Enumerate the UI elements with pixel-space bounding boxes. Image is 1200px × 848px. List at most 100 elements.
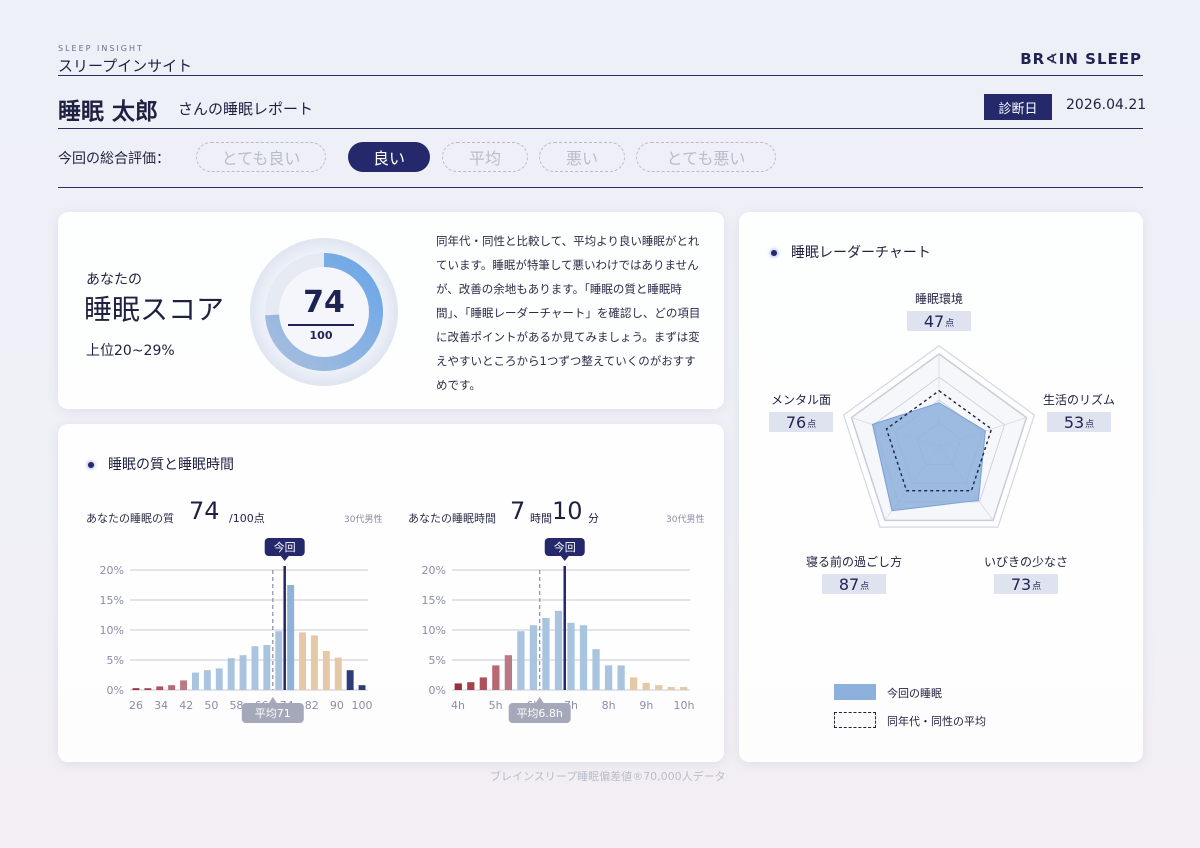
y-tick-label: 0% xyxy=(107,684,124,697)
x-tick-label: 8h xyxy=(602,699,616,712)
app-title: スリープインサイト xyxy=(58,57,193,75)
histogram-bar xyxy=(346,670,354,690)
quality-value: 74 xyxy=(189,497,220,525)
histogram-bar xyxy=(529,625,538,690)
date-label: 診断日 xyxy=(984,94,1052,120)
score-max: 100 xyxy=(309,329,333,342)
section-divider xyxy=(58,128,1143,129)
radar-item-environment: 睡眠環境 47 点 xyxy=(891,290,987,331)
radar-axis-label: 寝る前の過ごし方 xyxy=(805,555,902,569)
radar-score-unit: 点 xyxy=(807,420,817,430)
legend-label-average: 同年代・同性の平均 xyxy=(887,715,986,728)
rating-option-very-good: とても良い xyxy=(196,142,326,172)
histogram-bar xyxy=(479,677,487,690)
x-tick-label: 50 xyxy=(204,699,218,712)
histogram-bar xyxy=(642,682,650,690)
x-tick-label: 4h xyxy=(451,699,465,712)
score-fraction-line xyxy=(288,324,354,326)
rating-option-bad: 悪い xyxy=(539,142,625,172)
x-tick-label: 100 xyxy=(352,699,373,712)
radar-item-before-bed: 寝る前の過ごし方 87 点 xyxy=(793,553,915,594)
radar-score-unit: 点 xyxy=(860,582,870,592)
radar-score-value: 76 xyxy=(785,413,807,432)
duration-label: あなたの睡眠時間 xyxy=(408,512,496,525)
quality-label: あなたの睡眠の質 xyxy=(86,512,174,525)
y-tick-label: 10% xyxy=(100,624,124,637)
duration-hours-unit: 時間 xyxy=(530,512,552,525)
duration-histogram: 0%5%10%15%20%4h5h6h7h8h9h10h今回平均6.8h xyxy=(422,538,695,723)
x-tick-label: 42 xyxy=(179,699,193,712)
rating-option-good: 良い xyxy=(348,142,430,172)
histogram-bar xyxy=(617,665,625,690)
radar-score-value: 53 xyxy=(1063,413,1085,432)
histogram-bar xyxy=(203,670,211,690)
x-tick-label: 34 xyxy=(154,699,168,712)
quality-card-title: 睡眠の質と睡眠時間 xyxy=(88,454,234,474)
radar-score: 87 点 xyxy=(822,574,886,594)
histogram-bar xyxy=(655,685,663,690)
quality-unit: /100点 xyxy=(229,512,265,525)
y-tick-label: 5% xyxy=(107,654,124,667)
x-tick-label: 58 xyxy=(229,699,243,712)
histogram-bar xyxy=(275,631,283,690)
quality-note: 30代男性 xyxy=(344,515,383,525)
score-rank: 上位20~29% xyxy=(86,343,175,359)
radar-score-value: 73 xyxy=(1010,575,1032,594)
histogram-bar xyxy=(334,657,342,690)
histogram-bar xyxy=(310,635,318,690)
histogram-bar xyxy=(592,649,600,690)
report-title: さんの睡眠レポート xyxy=(178,100,314,118)
score-label-main: 睡眠スコア xyxy=(84,293,225,326)
y-tick-label: 15% xyxy=(100,594,124,607)
radar-card: 睡眠レーダーチャート 睡眠環境 47 点 生活のリズム 53 点 いびきの少なさ 7… xyxy=(739,212,1143,762)
header-divider xyxy=(58,75,1143,76)
radar-score: 47 点 xyxy=(907,311,971,331)
histogram-bar xyxy=(667,687,675,690)
average-badge-label: 平均6.8h xyxy=(516,707,562,720)
y-tick-label: 20% xyxy=(422,564,446,577)
rating-option-average: 平均 xyxy=(442,142,528,172)
diagnosis-date: 2026.04.21 xyxy=(1066,97,1147,113)
current-badge-pointer xyxy=(560,556,569,561)
histogram-bar xyxy=(554,610,563,690)
rating-divider xyxy=(58,187,1143,188)
score-label-top: あなたの xyxy=(86,272,142,288)
x-tick-label: 10h xyxy=(674,699,695,712)
duration-minutes-unit: 分 xyxy=(588,512,599,525)
patient-name: 睡眠 太郎 xyxy=(58,99,159,125)
radar-item-mental: メンタル面 76 点 xyxy=(753,391,849,432)
radar-axis-label: いびきの少なさ xyxy=(983,555,1068,569)
histogram-bar xyxy=(358,685,366,690)
histogram-bar xyxy=(629,677,638,690)
histogram-bar xyxy=(542,618,550,690)
histogram-bar xyxy=(132,688,140,690)
radar-item-snoring: いびきの少なさ 73 点 xyxy=(974,553,1078,594)
y-tick-label: 15% xyxy=(422,594,446,607)
x-tick-label: 9h xyxy=(639,699,653,712)
quality-card-title-text: 睡眠の質と睡眠時間 xyxy=(108,457,234,473)
histogram-bar xyxy=(227,658,235,690)
histogram-bar xyxy=(579,625,588,690)
histogram-bar xyxy=(168,685,176,690)
legend-swatch-current xyxy=(834,684,876,700)
histogram-bar xyxy=(251,646,259,690)
y-tick-label: 10% xyxy=(422,624,446,637)
current-badge-label: 今回 xyxy=(274,540,296,554)
y-tick-label: 5% xyxy=(429,654,446,667)
histogram-bar xyxy=(191,672,199,690)
histogram-bar xyxy=(504,655,513,690)
data-source: ブレインスリープ睡眠偏差値®70,000人データ xyxy=(490,770,726,783)
histogram-bar xyxy=(492,665,500,690)
duration-note: 30代男性 xyxy=(666,515,705,525)
y-tick-label: 20% xyxy=(100,564,124,577)
radar-score-value: 87 xyxy=(838,575,860,594)
bullet-icon xyxy=(88,462,94,468)
radar-item-rhythm: 生活のリズム 53 点 xyxy=(1031,391,1127,432)
radar-score: 53 点 xyxy=(1047,412,1111,432)
histogram-bar xyxy=(454,683,462,690)
score-value: 74 xyxy=(303,285,345,320)
score-card: あなたの 睡眠スコア 上位20~29% 74 100 同年代・同性と比較して、平… xyxy=(58,212,724,409)
average-badge-pointer xyxy=(268,697,277,703)
histogram-bar xyxy=(156,686,164,690)
radar-axis-label: 睡眠環境 xyxy=(914,292,963,306)
